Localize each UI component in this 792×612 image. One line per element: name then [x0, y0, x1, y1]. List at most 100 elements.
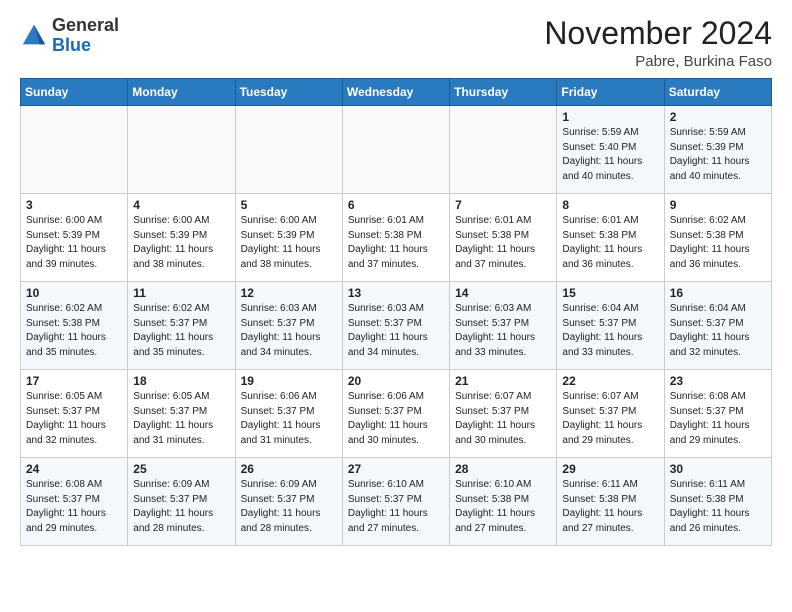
day-info: Sunrise: 6:09 AM Sunset: 5:37 PM Dayligh…: [241, 478, 337, 536]
day-number: 22: [562, 374, 658, 388]
day-header-sunday: Sunday: [21, 79, 128, 106]
day-cell: 19Sunrise: 6:06 AM Sunset: 5:37 PM Dayli…: [235, 370, 342, 458]
day-info: Sunrise: 6:10 AM Sunset: 5:38 PM Dayligh…: [455, 478, 551, 536]
day-header-saturday: Saturday: [664, 79, 771, 106]
day-number: 27: [348, 462, 444, 476]
day-cell: 15Sunrise: 6:04 AM Sunset: 5:37 PM Dayli…: [557, 282, 664, 370]
day-cell: 14 Sunrise: 6:03 AM Sunset: 5:37 PM Dayli…: [450, 282, 557, 370]
day-info: Sunrise: 6:01 AM Sunset: 5:38 PM Dayligh…: [348, 214, 444, 272]
day-cell: 4 Sunrise: 6:00 AM Sunset: 5:39 PM Daylig…: [128, 194, 235, 282]
day-info: Sunrise: 6:01 AM Sunset: 5:38 PM Dayligh…: [455, 214, 551, 272]
title-block: November 2024 Pabre, Burkina Faso: [544, 16, 772, 70]
day-cell: 1 Sunrise: 5:59 AM Sunset: 5:40 PM Daylig…: [557, 106, 664, 194]
day-number: 21: [455, 374, 551, 388]
day-info: Sunrise: 5:59 AM Sunset: 5:39 PM Dayligh…: [670, 126, 766, 184]
day-cell: 24 Sunrise: 6:08 AM Sunset: 5:37 PM Dayli…: [21, 458, 128, 546]
day-header-thursday: Thursday: [450, 79, 557, 106]
day-info: Sunrise: 6:11 AM Sunset: 5:38 PM Dayligh…: [670, 478, 766, 536]
header: General Blue November 2024 Pabre, Burkin…: [20, 16, 772, 70]
day-number: 12: [241, 286, 337, 300]
day-info: Sunrise: 6:03 AM Sunset: 5:37 PM Dayligh…: [348, 302, 444, 360]
day-number: 25: [133, 462, 229, 476]
day-info: Sunrise: 6:08 AM Sunset: 5:37 PM Dayligh…: [670, 390, 766, 448]
day-info: Sunrise: 6:05 AM Sunset: 5:37 PM Dayligh…: [26, 390, 122, 448]
day-info: Sunrise: 6:00 AM Sunset: 5:39 PM Dayligh…: [133, 214, 229, 272]
month-title: November 2024: [544, 16, 772, 51]
day-cell: 16 Sunrise: 6:04 AM Sunset: 5:37 PM Dayli…: [664, 282, 771, 370]
day-cell: 25 Sunrise: 6:09 AM Sunset: 5:37 PM Dayli…: [128, 458, 235, 546]
day-cell: 2 Sunrise: 5:59 AM Sunset: 5:39 PM Daylig…: [664, 106, 771, 194]
day-number: 11: [133, 286, 229, 300]
day-cell: [128, 106, 235, 194]
day-info: Sunrise: 6:05 AM Sunset: 5:37 PM Dayligh…: [133, 390, 229, 448]
day-info: Sunrise: 6:08 AM Sunset: 5:37 PM Dayligh…: [26, 478, 122, 536]
day-cell: 23 Sunrise: 6:08 AM Sunset: 5:37 PM Dayli…: [664, 370, 771, 458]
logo-general: General: [52, 15, 119, 35]
day-info: Sunrise: 6:07 AM Sunset: 5:37 PM Dayligh…: [455, 390, 551, 448]
day-number: 15: [562, 286, 658, 300]
day-info: Sunrise: 6:06 AM Sunset: 5:37 PM Dayligh…: [348, 390, 444, 448]
day-info: Sunrise: 6:10 AM Sunset: 5:37 PM Dayligh…: [348, 478, 444, 536]
day-number: 9: [670, 198, 766, 212]
day-info: Sunrise: 5:59 AM Sunset: 5:40 PM Dayligh…: [562, 126, 658, 184]
day-info: Sunrise: 6:00 AM Sunset: 5:39 PM Dayligh…: [26, 214, 122, 272]
day-number: 24: [26, 462, 122, 476]
week-row-3: 10 Sunrise: 6:02 AM Sunset: 5:38 PM Dayli…: [21, 282, 772, 370]
day-cell: [342, 106, 449, 194]
day-info: Sunrise: 6:04 AM Sunset: 5:37 PM Dayligh…: [670, 302, 766, 360]
day-cell: 7Sunrise: 6:01 AM Sunset: 5:38 PM Daylig…: [450, 194, 557, 282]
day-info: Sunrise: 6:02 AM Sunset: 5:37 PM Dayligh…: [133, 302, 229, 360]
day-number: 8: [562, 198, 658, 212]
day-number: 23: [670, 374, 766, 388]
day-cell: 29 Sunrise: 6:11 AM Sunset: 5:38 PM Dayli…: [557, 458, 664, 546]
day-cell: 20Sunrise: 6:06 AM Sunset: 5:37 PM Dayli…: [342, 370, 449, 458]
week-row-5: 24 Sunrise: 6:08 AM Sunset: 5:37 PM Dayli…: [21, 458, 772, 546]
day-header-wednesday: Wednesday: [342, 79, 449, 106]
page: General Blue November 2024 Pabre, Burkin…: [0, 0, 792, 562]
day-number: 14: [455, 286, 551, 300]
day-info: Sunrise: 6:01 AM Sunset: 5:38 PM Dayligh…: [562, 214, 658, 272]
day-cell: 3 Sunrise: 6:00 AM Sunset: 5:39 PM Daylig…: [21, 194, 128, 282]
day-number: 1: [562, 110, 658, 124]
day-number: 4: [133, 198, 229, 212]
day-info: Sunrise: 6:02 AM Sunset: 5:38 PM Dayligh…: [26, 302, 122, 360]
day-cell: 12 Sunrise: 6:03 AM Sunset: 5:37 PM Dayli…: [235, 282, 342, 370]
day-cell: 11 Sunrise: 6:02 AM Sunset: 5:37 PM Dayli…: [128, 282, 235, 370]
day-header-tuesday: Tuesday: [235, 79, 342, 106]
day-number: 2: [670, 110, 766, 124]
day-cell: 9 Sunrise: 6:02 AM Sunset: 5:38 PM Daylig…: [664, 194, 771, 282]
day-number: 17: [26, 374, 122, 388]
week-row-4: 17 Sunrise: 6:05 AM Sunset: 5:37 PM Dayli…: [21, 370, 772, 458]
day-info: Sunrise: 6:03 AM Sunset: 5:37 PM Dayligh…: [455, 302, 551, 360]
day-number: 6: [348, 198, 444, 212]
day-number: 16: [670, 286, 766, 300]
day-number: 10: [26, 286, 122, 300]
day-cell: 5 Sunrise: 6:00 AM Sunset: 5:39 PM Daylig…: [235, 194, 342, 282]
day-cell: 22Sunrise: 6:07 AM Sunset: 5:37 PM Dayli…: [557, 370, 664, 458]
day-cell: 27 Sunrise: 6:10 AM Sunset: 5:37 PM Dayli…: [342, 458, 449, 546]
day-info: Sunrise: 6:02 AM Sunset: 5:38 PM Dayligh…: [670, 214, 766, 272]
day-info: Sunrise: 6:11 AM Sunset: 5:38 PM Dayligh…: [562, 478, 658, 536]
calendar-body: 1 Sunrise: 5:59 AM Sunset: 5:40 PM Daylig…: [21, 106, 772, 546]
day-number: 28: [455, 462, 551, 476]
calendar-header: SundayMondayTuesdayWednesdayThursdayFrid…: [21, 79, 772, 106]
day-number: 29: [562, 462, 658, 476]
calendar: SundayMondayTuesdayWednesdayThursdayFrid…: [20, 78, 772, 546]
day-cell: 18Sunrise: 6:05 AM Sunset: 5:37 PM Dayli…: [128, 370, 235, 458]
day-cell: 13Sunrise: 6:03 AM Sunset: 5:37 PM Dayli…: [342, 282, 449, 370]
day-header-monday: Monday: [128, 79, 235, 106]
day-number: 30: [670, 462, 766, 476]
days-row: SundayMondayTuesdayWednesdayThursdayFrid…: [21, 79, 772, 106]
day-number: 26: [241, 462, 337, 476]
logo: General Blue: [20, 16, 119, 56]
logo-icon: [20, 22, 48, 50]
logo-blue: Blue: [52, 35, 91, 55]
day-info: Sunrise: 6:09 AM Sunset: 5:37 PM Dayligh…: [133, 478, 229, 536]
day-number: 5: [241, 198, 337, 212]
day-cell: 6 Sunrise: 6:01 AM Sunset: 5:38 PM Daylig…: [342, 194, 449, 282]
day-info: Sunrise: 6:06 AM Sunset: 5:37 PM Dayligh…: [241, 390, 337, 448]
day-cell: 21 Sunrise: 6:07 AM Sunset: 5:37 PM Dayli…: [450, 370, 557, 458]
day-info: Sunrise: 6:03 AM Sunset: 5:37 PM Dayligh…: [241, 302, 337, 360]
day-number: 3: [26, 198, 122, 212]
day-info: Sunrise: 6:00 AM Sunset: 5:39 PM Dayligh…: [241, 214, 337, 272]
